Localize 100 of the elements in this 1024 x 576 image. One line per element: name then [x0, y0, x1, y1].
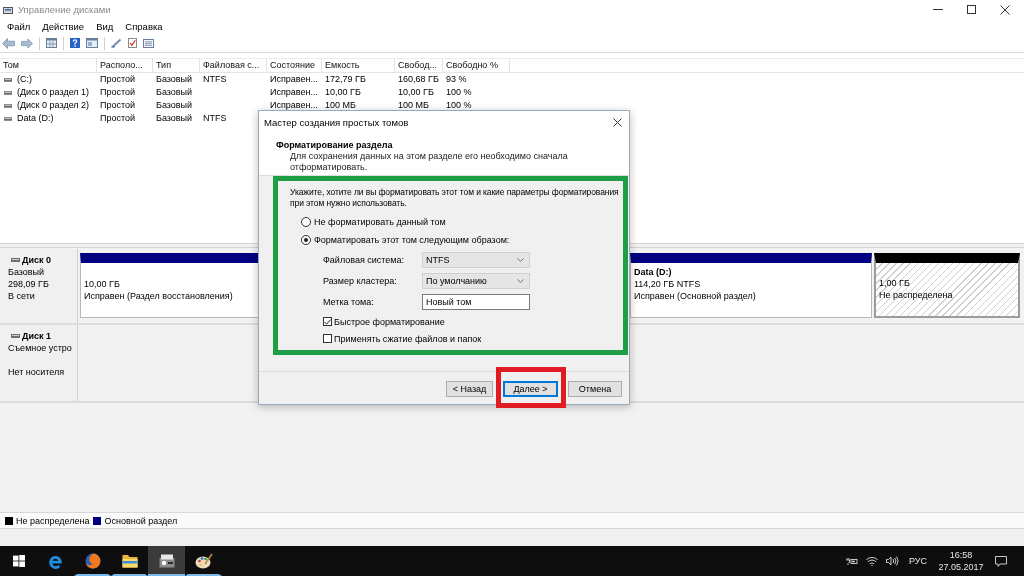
- radio-button[interactable]: [301, 216, 311, 227]
- help-icon[interactable]: [70, 38, 80, 48]
- partition-label: Data (D:): [634, 266, 672, 278]
- column-header[interactable]: Том: [0, 59, 97, 72]
- field-label: Размер кластера:: [323, 276, 398, 286]
- checkbox[interactable]: [323, 317, 332, 326]
- language-indicator[interactable]: РУС: [908, 556, 927, 566]
- menu-item[interactable]: Действие: [36, 20, 91, 33]
- disk-drive-icon: [158, 554, 175, 568]
- chevron-down-icon: [517, 279, 524, 283]
- section-description: Для сохранения данных на этом разделе его необходимо сначала отформатировать.: [290, 151, 569, 173]
- table-cell: 160,68 ГБ: [398, 74, 439, 84]
- radio-label[interactable]: Не форматировать данный том: [314, 216, 446, 227]
- menu-item[interactable]: Вид: [90, 20, 120, 33]
- partition-block[interactable]: 1,00 ГБ Не распределена: [874, 253, 1020, 318]
- table-cell: Простой: [100, 113, 136, 123]
- table-cell: Простой: [100, 74, 136, 84]
- volume-icon[interactable]: [885, 556, 899, 566]
- table-cell: (C:): [17, 73, 32, 86]
- checkbox-label[interactable]: Применять сжатие файлов и папок: [334, 333, 482, 344]
- table-cell: Базовый: [156, 87, 193, 97]
- table-cell: (Диск 0 раздел 1): [17, 86, 90, 99]
- disk-type: Съемное устро: [8, 342, 73, 354]
- section-heading: Форматирование раздела: [276, 140, 394, 151]
- menu-item[interactable]: Справка: [119, 20, 169, 33]
- options-prompt: Укажите, хотите ли вы форматировать этот том и какие параметры форматирования при этом нужно использовать.: [289, 187, 620, 209]
- maximize-icon[interactable]: [967, 5, 976, 14]
- dialog-button[interactable]: < Назад: [446, 381, 493, 397]
- disk-size: 298,09 ГБ: [8, 278, 50, 290]
- window-icon[interactable]: [86, 38, 98, 48]
- dropdown[interactable]: По умолчанию: [422, 273, 530, 289]
- tick-icon: [324, 318, 331, 325]
- table-cell: Исправен...: [270, 100, 318, 110]
- table-cell: 100 %: [446, 87, 472, 97]
- drive-icon: [4, 116, 12, 121]
- table-cell: Простой: [100, 87, 136, 97]
- table-cell: 100 %: [446, 100, 472, 110]
- checkbox[interactable]: [323, 334, 332, 343]
- close-icon[interactable]: [613, 118, 622, 127]
- drive-icon: [4, 77, 12, 82]
- back-icon[interactable]: [2, 37, 15, 49]
- clock-date[interactable]: 27.05.2017: [938, 561, 984, 573]
- disk-type: Базовый: [8, 266, 46, 278]
- dialog-button[interactable]: Отмена: [568, 381, 622, 397]
- table-cell: NTFS: [203, 74, 227, 84]
- folder-icon: [121, 554, 138, 568]
- close-icon[interactable]: [1000, 4, 1010, 15]
- column-header[interactable]: Тип: [153, 59, 200, 72]
- column-header[interactable]: Располо...: [97, 59, 153, 72]
- table-cell: Базовый: [156, 74, 193, 84]
- column-header[interactable]: Файловая с...: [200, 59, 267, 72]
- disk-status: Нет носителя: [8, 366, 66, 378]
- column-header[interactable]: Емкость: [322, 59, 395, 72]
- column-header[interactable]: Свобод...: [395, 59, 443, 72]
- table-cell: 10,00 ГБ: [325, 87, 361, 97]
- checkbox-label[interactable]: Быстрое форматирование: [334, 316, 445, 327]
- table-cell: 172,79 ГБ: [325, 74, 366, 84]
- start-icon[interactable]: [12, 555, 25, 567]
- table-cell: 100 МБ: [398, 100, 429, 110]
- drive-icon: [4, 90, 12, 95]
- disk-name: Диск 0: [22, 254, 51, 266]
- dialog-title: Мастер создания простых томов: [264, 117, 409, 128]
- dialog-button[interactable]: Далее >: [503, 381, 558, 397]
- field-label: Метка тома:: [323, 297, 375, 307]
- disk-name: Диск 1: [22, 330, 51, 342]
- partition-size: 1,00 ГБ: [879, 277, 910, 289]
- clock-time[interactable]: 16:58: [949, 549, 973, 561]
- radio-label[interactable]: Форматировать этот том следующим образом:: [314, 234, 510, 245]
- table-cell: (Диск 0 раздел 2): [17, 99, 90, 112]
- grid-icon[interactable]: [46, 38, 57, 48]
- table-cell: Простой: [100, 100, 136, 110]
- letter-e-icon: [48, 553, 63, 569]
- input-field[interactable]: Новый том: [422, 294, 530, 310]
- table-cell: Базовый: [156, 113, 193, 123]
- table-cell: NTFS: [203, 113, 227, 123]
- list-icon[interactable]: [143, 38, 154, 48]
- checklist-icon[interactable]: [128, 38, 137, 48]
- partition-status: Исправен (Раздел восстановления): [84, 290, 233, 302]
- disk-status: В сети: [8, 290, 36, 302]
- radio-button[interactable]: [301, 234, 311, 245]
- taskbar-button[interactable]: [148, 546, 185, 576]
- notification-icon[interactable]: [995, 555, 1007, 567]
- pen-icon[interactable]: [111, 38, 122, 48]
- table-cell: 10,00 ГБ: [398, 87, 434, 97]
- column-header[interactable]: Свободно %: [443, 59, 510, 72]
- column-header[interactable]: Состояние: [267, 59, 322, 72]
- table-cell: Data (D:): [17, 112, 54, 125]
- partition-block[interactable]: Data (D:) 114,20 ГБ NTFS Исправен (Основной раздел): [630, 253, 872, 318]
- wifi-icon[interactable]: [865, 556, 878, 566]
- drive-icon: [11, 334, 20, 338]
- dropdown[interactable]: NTFS: [422, 252, 530, 268]
- table-cell: Исправен...: [270, 87, 318, 97]
- chevron-down-icon: [517, 258, 524, 262]
- legend-label: Основной раздел: [104, 515, 178, 526]
- power-icon[interactable]: [845, 557, 858, 565]
- drive-icon: [11, 258, 20, 262]
- partition-status: Не распределена: [879, 289, 953, 301]
- menu-item[interactable]: Файл: [1, 20, 37, 33]
- table-cell: 93 %: [446, 74, 467, 84]
- partition-status: Исправен (Основной раздел): [634, 290, 756, 302]
